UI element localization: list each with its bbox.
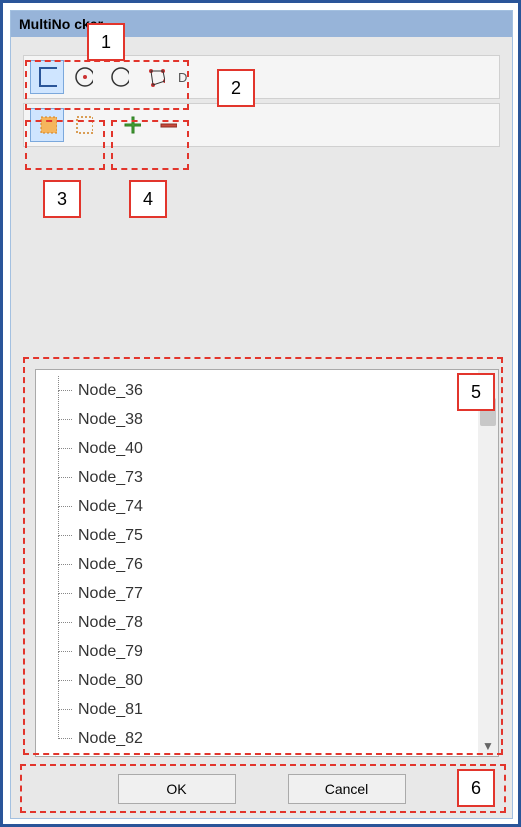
scroll-down-icon[interactable]: ▼ [480, 738, 496, 754]
circle-outline-tool[interactable] [102, 60, 136, 94]
tree-item[interactable]: Node_40 [54, 434, 498, 463]
rect-select-tool[interactable] [30, 60, 64, 94]
toolbar-row-1: D [23, 55, 500, 99]
minus-icon [157, 113, 177, 137]
tree-item[interactable]: Node_79 [54, 637, 498, 666]
tree-item[interactable]: Node_78 [54, 608, 498, 637]
circle-icon [109, 65, 129, 89]
title-bar[interactable]: MultiNo cker [11, 11, 512, 37]
ok-button[interactable]: OK [118, 774, 236, 804]
node-tree[interactable]: Node_36Node_38Node_40Node_73Node_74Node_… [35, 369, 499, 757]
select-outside-icon [73, 113, 93, 137]
scrollbar[interactable]: ▼ [478, 370, 498, 756]
tree-list: Node_36Node_38Node_40Node_73Node_74Node_… [36, 370, 498, 753]
select-inside-icon [37, 113, 57, 137]
tree-item[interactable]: Node_82 [54, 724, 498, 753]
tree-item[interactable]: Node_80 [54, 666, 498, 695]
scroll-thumb[interactable] [480, 398, 496, 426]
circle-point-tool[interactable] [66, 60, 100, 94]
select-outside-tool[interactable] [66, 108, 100, 142]
toolbar-row-2 [23, 103, 500, 147]
tree-item[interactable]: Node_75 [54, 521, 498, 550]
tree-item[interactable]: Node_76 [54, 550, 498, 579]
button-row: OK Cancel [11, 774, 512, 804]
rect-icon [37, 65, 57, 89]
tree-item[interactable]: Node_74 [54, 492, 498, 521]
circle-point-icon [73, 65, 93, 89]
polygon-icon [145, 65, 165, 89]
toolbar-panel: D [23, 55, 500, 147]
select-inside-tool[interactable] [30, 108, 64, 142]
tree-item[interactable]: Node_81 [54, 695, 498, 724]
polygon-tool[interactable] [138, 60, 172, 94]
tree-item[interactable]: Node_77 [54, 579, 498, 608]
tree-item[interactable]: Node_36 [54, 376, 498, 405]
tree-item[interactable]: Node_73 [54, 463, 498, 492]
toolbar1-label: D [178, 70, 187, 85]
window-title: MultiNo cker [19, 16, 103, 32]
plus-icon [121, 113, 141, 137]
cancel-button[interactable]: Cancel [288, 774, 406, 804]
tree-item[interactable]: Node_38 [54, 405, 498, 434]
remove-tool[interactable] [150, 108, 184, 142]
dialog-window: MultiNo cker D [10, 10, 513, 819]
add-tool[interactable] [114, 108, 148, 142]
